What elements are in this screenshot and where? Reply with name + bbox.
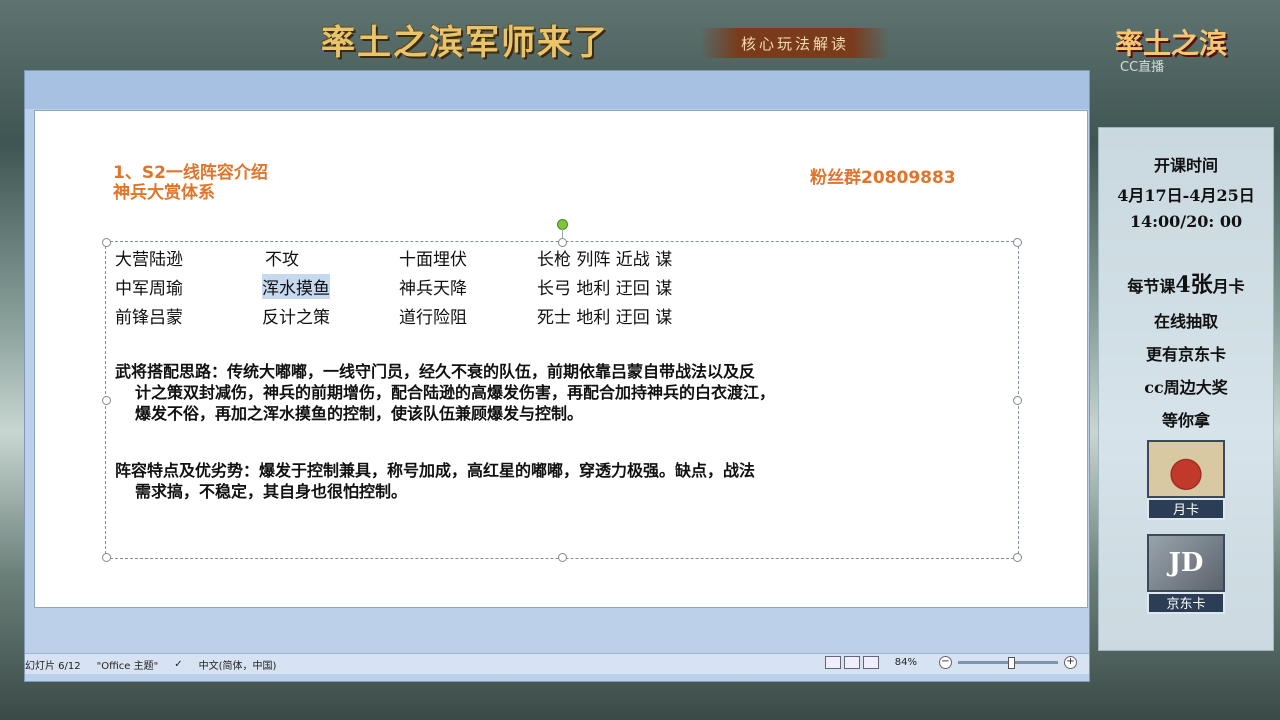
promo-line: cc周边大奖 xyxy=(1144,378,1228,397)
jd-card-image: JD xyxy=(1147,534,1225,592)
month-card-label: 月卡 xyxy=(1147,498,1225,520)
roster-skill: 十面埋伏 xyxy=(399,250,467,270)
reading-view-icon[interactable] xyxy=(862,656,879,669)
zoom-in-icon[interactable]: + xyxy=(1064,656,1077,669)
view-buttons xyxy=(824,656,879,669)
theme-name[interactable]: "Office 主题" xyxy=(97,657,159,672)
slide-title-line2: 神兵大赏体系 xyxy=(113,183,215,203)
slide-counter[interactable]: 幻灯片 6/12 xyxy=(25,657,81,672)
promo-highlight: 4张 xyxy=(1175,272,1213,298)
promo-block: 每节课4张月卡 在线抽取 更有京东卡 cc周边大奖 等你拿 xyxy=(1099,267,1273,431)
zoom-slider-thumb[interactable] xyxy=(1008,657,1015,669)
roster-general: 大营陆逊 xyxy=(115,250,183,270)
promo-text: 每节课 xyxy=(1127,277,1176,296)
roster-traits: 长弓 地利 迂回 谋 xyxy=(537,279,673,299)
strategy-line: 武将搭配思路：传统大嘟嘟，一线守门员，经久不衰的队伍，前期依靠吕蒙自带战法以及反 xyxy=(115,362,756,381)
slide-title-line1: 1、S2一线阵容介绍 xyxy=(113,163,268,183)
features-line: 阵容特点及优劣势：爆发于控制兼具，称号加成，高红星的嘟嘟，穿透力极强。缺点，战法 xyxy=(115,461,756,480)
promo-line: 等你拿 xyxy=(1161,411,1210,430)
resize-handle-b[interactable] xyxy=(558,553,567,562)
strategy-line: 计之策双封减伤，神兵的前期增伤，配合陆逊的高爆发伤害，再配合加持神兵的白衣渡江， xyxy=(135,383,776,402)
features-paragraph: 阵容特点及优劣势：爆发于控制兼具，称号加成，高红星的嘟嘟，穿透力极强。缺点，战法… xyxy=(115,460,1015,502)
promo-line: 每节课4张月卡 xyxy=(1099,267,1273,299)
resize-handle-tl[interactable] xyxy=(102,238,111,247)
promo-text: 月卡 xyxy=(1212,277,1245,296)
month-card-image xyxy=(1147,440,1225,498)
schedule-title: 开课时间 xyxy=(1153,156,1218,175)
zoom-controls: 84% − + xyxy=(824,656,1077,669)
promo-line: 更有京东卡 xyxy=(1145,345,1226,364)
roster-traits: 长枪 列阵 近战 谋 xyxy=(537,250,673,270)
jd-card-prize: JD 京东卡 xyxy=(1147,534,1225,614)
resize-handle-bl[interactable] xyxy=(102,553,111,562)
schedule-dates: 4月17日-4月25日 xyxy=(1117,186,1255,205)
fan-group-number[interactable]: 粉丝群20809883 xyxy=(810,163,956,188)
strategy-paragraph: 武将搭配思路：传统大嘟嘟，一线守门员，经久不衰的队伍，前期依靠吕蒙自带战法以及反… xyxy=(115,361,1015,424)
roster-skill: 道行险阻 xyxy=(399,308,467,328)
roster-traits: 死士 地利 迂回 谋 xyxy=(537,308,673,328)
language-indicator[interactable]: 中文(简体，中国) xyxy=(199,657,277,672)
course-info-panel: 开课时间 4月17日-4月25日 14:00/20: 00 每节课4张月卡 在线… xyxy=(1098,127,1274,651)
zoom-level[interactable]: 84% xyxy=(895,657,917,668)
roster-general: 中军周瑜 xyxy=(115,279,183,299)
presentation-window: 1、S2一线阵容介绍 神兵大赏体系 粉丝群20809883 大营陆逊 不攻 十面… xyxy=(24,70,1090,682)
roster-tactic-highlighted: 浑水摸鱼 xyxy=(262,274,330,299)
strategy-line: 爆发不俗，再加之浑水摸鱼的控制，使该队伍兼顾爆发与控制。 xyxy=(135,404,584,423)
schedule-time: 14:00/20: 00 xyxy=(1129,212,1243,231)
roster-skill: 神兵天降 xyxy=(399,279,467,299)
event-subtitle: 核心玩法解读 xyxy=(700,28,890,58)
slide-sorter-icon[interactable] xyxy=(843,656,860,669)
resize-handle-tr[interactable] xyxy=(1013,238,1022,247)
spellcheck-icon[interactable]: ✓ xyxy=(174,659,182,670)
resize-handle-br[interactable] xyxy=(1013,553,1022,562)
normal-view-icon[interactable] xyxy=(824,656,841,669)
features-line: 需求搞，不稳定，其自身也很怕控制。 xyxy=(135,482,408,501)
cc-live-watermark: CC直播 xyxy=(1120,60,1165,75)
event-banner-title: 率土之滨军师来了 xyxy=(321,22,609,63)
zoom-slider[interactable] xyxy=(958,657,1058,669)
presentation-top-area xyxy=(25,71,1089,109)
roster-general: 前锋吕蒙 xyxy=(115,308,183,328)
month-card-prize: 月卡 xyxy=(1147,440,1225,520)
slide-title[interactable]: 1、S2一线阵容介绍 神兵大赏体系 xyxy=(113,163,268,203)
status-bar: 幻灯片 6/12 "Office 主题" ✓ 中文(简体，中国) 84% − + xyxy=(25,653,1089,674)
roster-tactic: 反计之策 xyxy=(262,308,330,328)
slide-canvas[interactable]: 1、S2一线阵容介绍 神兵大赏体系 粉丝群20809883 大营陆逊 不攻 十面… xyxy=(35,111,1087,607)
promo-line: 在线抽取 xyxy=(1153,312,1218,331)
resize-handle-l[interactable] xyxy=(102,396,111,405)
jd-card-label: 京东卡 xyxy=(1147,592,1225,614)
roster-tactic: 不攻 xyxy=(265,250,299,270)
zoom-out-icon[interactable]: − xyxy=(939,656,952,669)
